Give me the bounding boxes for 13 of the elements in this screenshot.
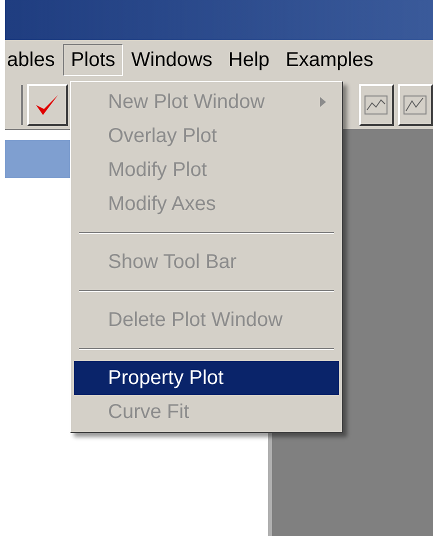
menu-bar-item[interactable]: Help [220, 44, 278, 76]
submenu-arrow-icon [319, 96, 327, 108]
panel-header [5, 140, 70, 178]
menu-bar-item[interactable]: ables [0, 44, 63, 76]
check-tool-button[interactable] [26, 84, 68, 126]
chart-tool-button[interactable] [358, 84, 394, 126]
menu-bar-item[interactable]: Plots [62, 44, 124, 76]
menu-bar-item[interactable]: Windows [123, 44, 220, 76]
menu-bar-item[interactable]: Examples [278, 44, 382, 76]
line-chart-icon [403, 94, 428, 114]
menu-item[interactable]: Property Plot [74, 361, 339, 395]
chart-tool-button[interactable] [398, 84, 433, 126]
chart-icon [364, 94, 388, 114]
